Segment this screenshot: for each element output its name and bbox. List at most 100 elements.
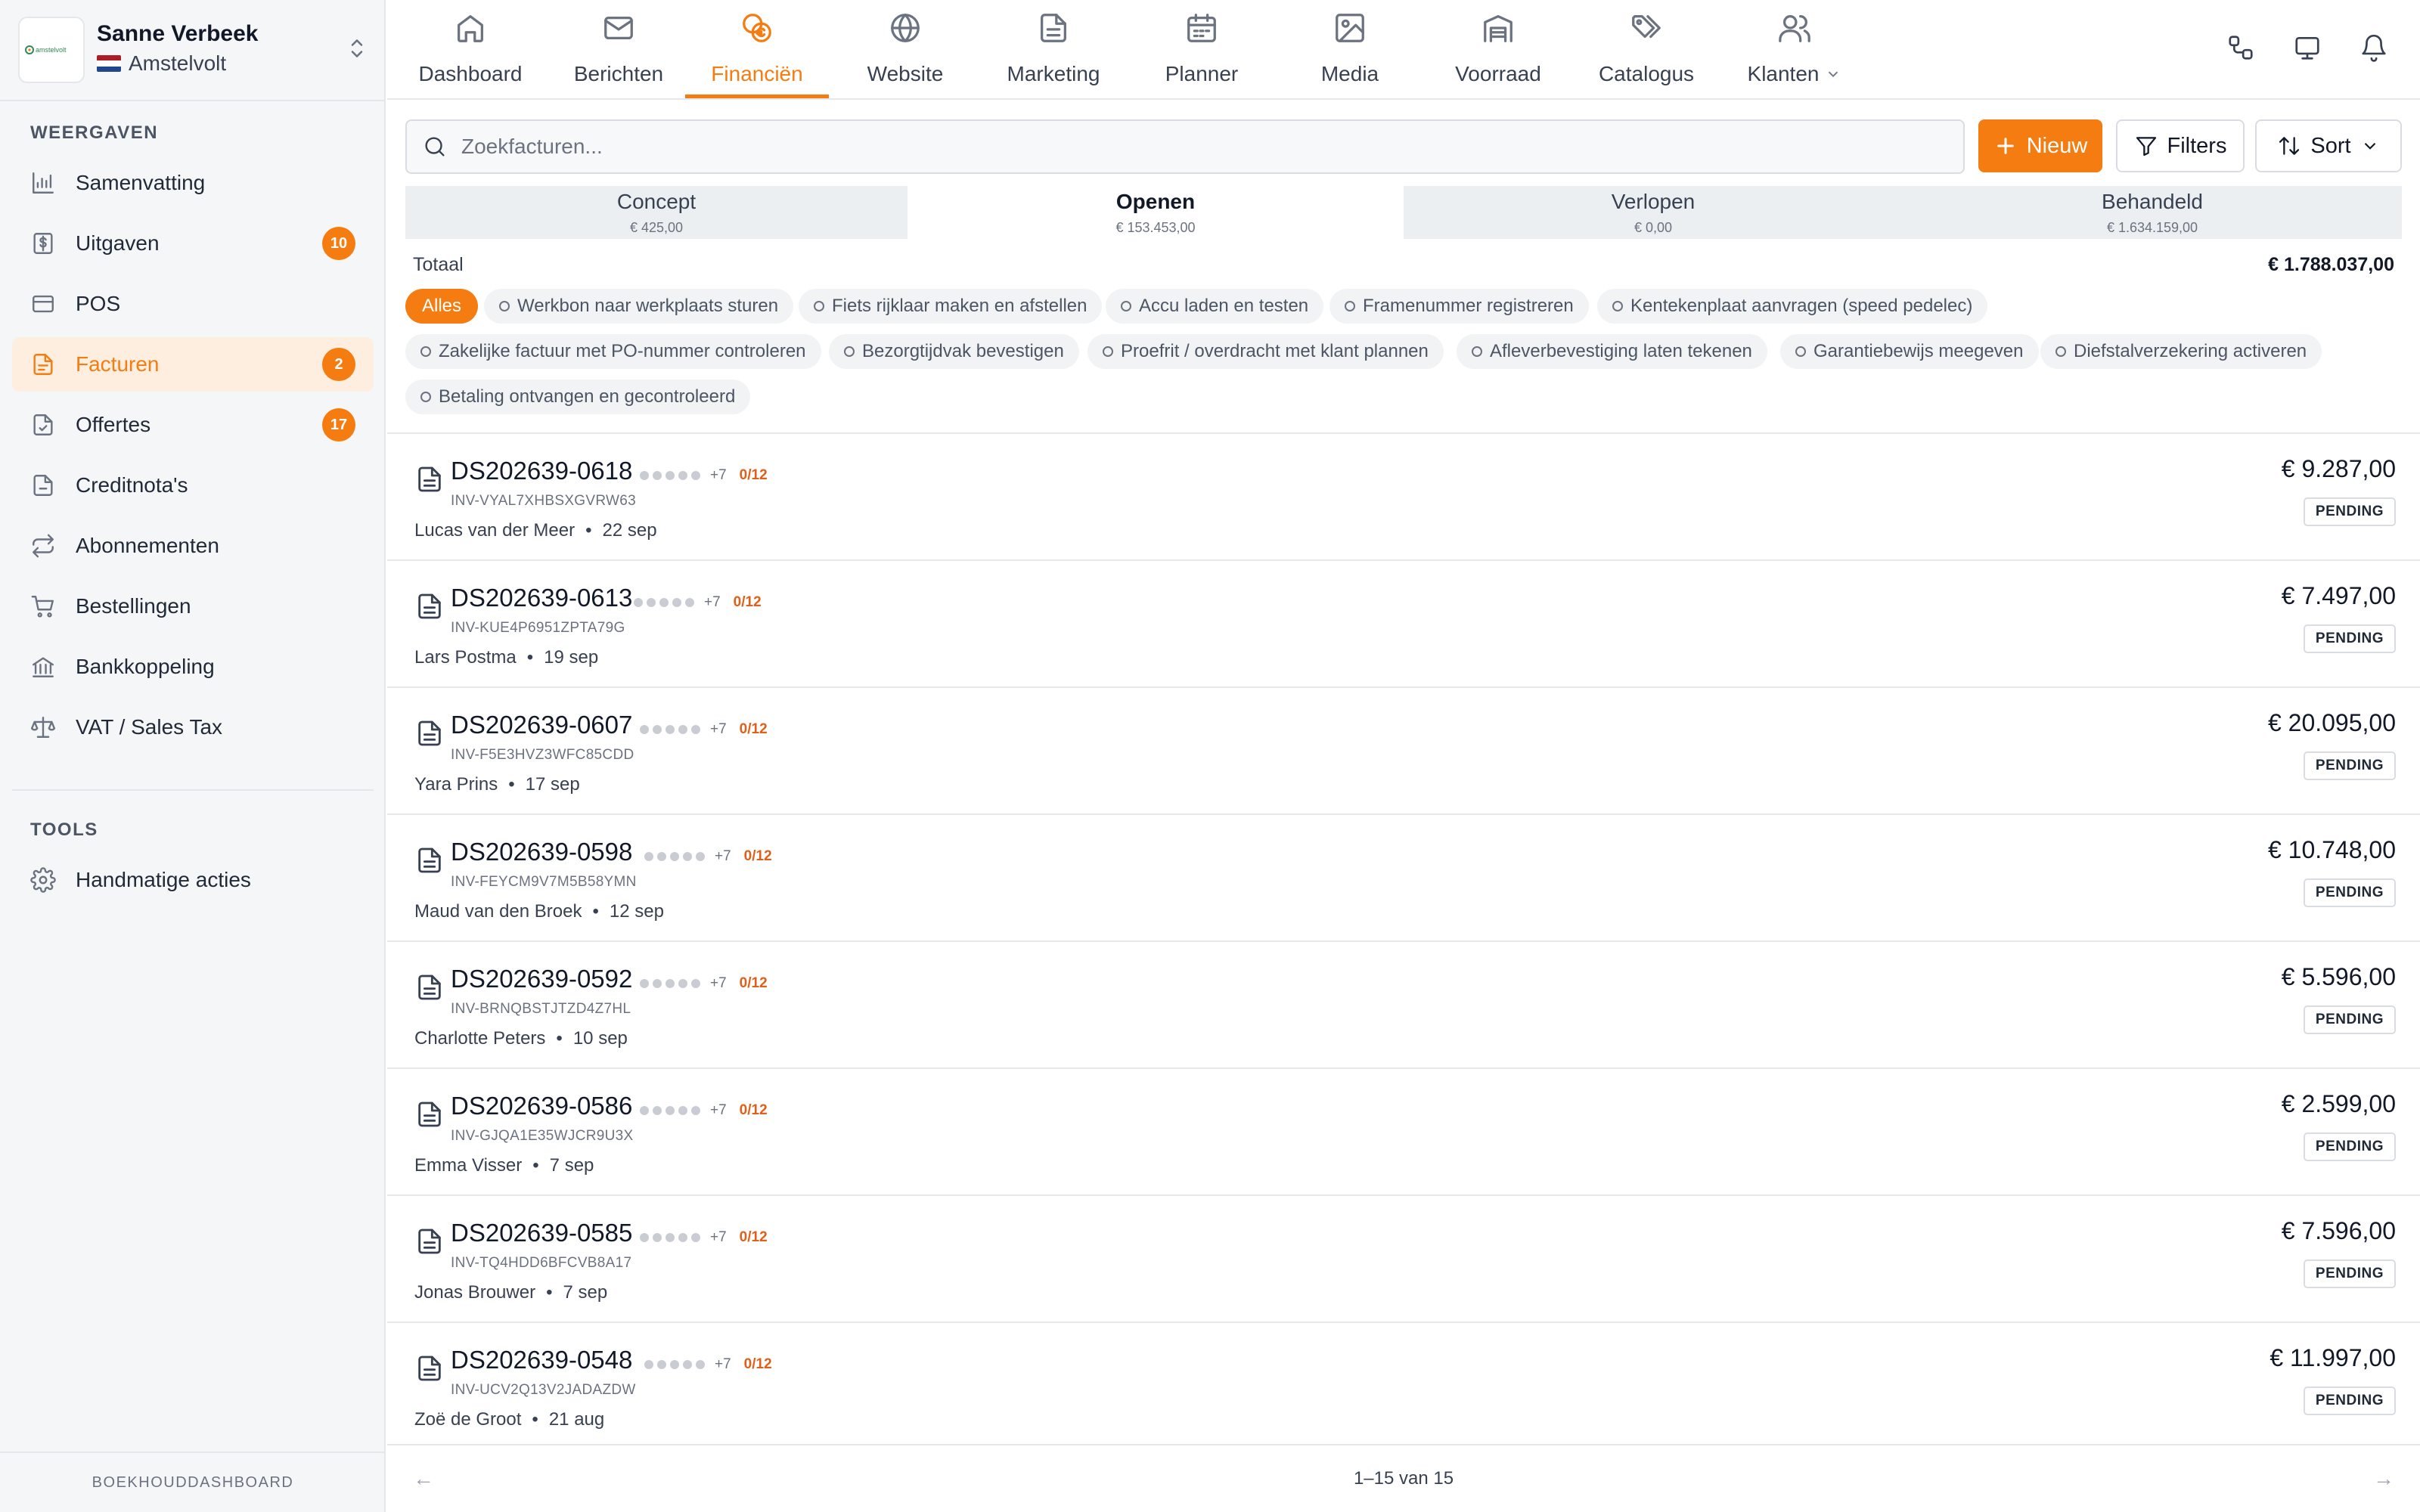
sidebar-item-vat[interactable]: VAT / Sales Tax [12, 700, 374, 754]
dollar-doc-icon [33, 233, 53, 254]
chip-label: Accu laden en testen [1139, 296, 1309, 316]
sidebar-footer-label[interactable]: BOEKHOUDDASHBOARD [0, 1452, 386, 1512]
extra-steps: +7 [710, 721, 727, 737]
invoice-row[interactable]: DS202639-0586 +7 0/12 INV-GJQA1E35WJCR9U3… [387, 1067, 2420, 1194]
sidebar-item-offertes[interactable]: Offertes 17 [12, 398, 374, 452]
invoice-number[interactable]: DS202639-0585 [451, 1219, 632, 1247]
chip-filter[interactable]: Kentekenplaat aanvragen (speed pedelec) [1597, 289, 1988, 324]
invoice-amount: € 11.997,00 [2270, 1344, 2396, 1371]
credit-note-icon [33, 475, 53, 496]
invoice-row[interactable]: DS202639-0598 +7 0/12 INV-FEYCM9V7M5B58YM… [387, 813, 2420, 940]
progress-count: 0/12 [739, 467, 768, 483]
sidebar-item-handmatige-acties[interactable]: Handmatige acties [12, 853, 374, 907]
sidebar-item-samenvatting[interactable]: Samenvatting [12, 156, 374, 210]
sidebar-item-bankkoppeling[interactable]: Bankkoppeling [12, 640, 374, 694]
tab-media[interactable]: Media [1278, 0, 1422, 98]
new-invoice-button[interactable]: Nieuw [1978, 119, 2102, 172]
invoice-doc-icon [414, 718, 445, 748]
chip-label: Zakelijke factuur met PO-nummer controle… [439, 341, 806, 361]
circle-icon [1103, 346, 1113, 357]
invoice-number[interactable]: DS202639-0548 [451, 1346, 632, 1374]
sidebar-item-label: Abonnementen [76, 534, 219, 557]
tab-marketing[interactable]: Marketing [982, 0, 1125, 98]
status-badge: PENDING [2303, 624, 2396, 653]
tab-planner[interactable]: Planner [1130, 0, 1274, 98]
chip-label: Bezorgtijdvak bevestigen [862, 341, 1064, 361]
invoice-reference: INV-F5E3HVZ3WFC85CDD [451, 747, 634, 763]
chip-filter[interactable]: Framenummer registreren [1329, 289, 1589, 324]
checklist-progress: +7 0/12 [644, 848, 772, 865]
filters-button[interactable]: Filters [2116, 119, 2245, 172]
sidebar-item-abonnementen[interactable]: Abonnementen [12, 519, 374, 573]
invoice-row[interactable]: DS202639-0607 +7 0/12 INV-F5E3HVZ3WFC85CD… [387, 686, 2420, 813]
sidebar-item-uitgaven[interactable]: Uitgaven 10 [12, 216, 374, 271]
invoice-number[interactable]: DS202639-0618 [451, 457, 632, 485]
status-tab-verlopen[interactable]: Verlopen € 0,00 [1404, 186, 1903, 239]
status-tab-openen[interactable]: Openen € 153.453,00 [908, 186, 1404, 239]
company-logo: amstelvolt [18, 17, 85, 83]
chip-filter[interactable]: Betaling ontvangen en gecontroleerd [405, 380, 751, 414]
circle-icon [1795, 346, 1806, 357]
sidebar-item-bestellingen[interactable]: Bestellingen [12, 579, 374, 634]
invoice-number[interactable]: DS202639-0613 [451, 584, 632, 612]
divider [0, 100, 386, 101]
chip-filter[interactable]: Bezorgtijdvak bevestigen [829, 334, 1079, 369]
chip-filter[interactable]: Accu laden en testen [1106, 289, 1324, 324]
invoice-row[interactable]: DS202639-0618 +7 0/12 INV-VYAL7XHBSXGVRW6… [387, 432, 2420, 559]
tab-label: Website [867, 62, 944, 85]
search-input[interactable] [461, 135, 1898, 159]
tab-catalogus[interactable]: Catalogus [1575, 0, 1718, 98]
customer-name: Jonas Brouwer [414, 1282, 536, 1303]
chip-filter[interactable]: Werkbon naar werkplaats sturen [484, 289, 794, 324]
progress-count: 0/12 [733, 594, 762, 610]
chip-alles[interactable]: Alles [405, 289, 479, 324]
tab-klanten[interactable]: Klanten [1723, 0, 1866, 98]
invoice-number[interactable]: DS202639-0586 [451, 1092, 632, 1120]
tab-berichten[interactable]: Berichten [547, 0, 690, 98]
chip-label: Fiets rijklaar maken en afstellen [832, 296, 1087, 316]
extra-steps: +7 [704, 594, 721, 610]
home-icon [458, 15, 483, 42]
chip-filter[interactable]: Fiets rijklaar maken en afstellen [799, 289, 1103, 324]
tab-dashboard[interactable]: Dashboard [399, 0, 542, 98]
tab-financien[interactable]: Financiën [685, 0, 829, 98]
invoice-row[interactable]: DS202639-0592 +7 0/12 INV-BRNQBSTJTZD4Z7H… [387, 940, 2420, 1067]
invoice-amount: € 10.748,00 [2267, 836, 2396, 863]
chip-filter[interactable]: Afleverbevestiging laten tekenen [1457, 334, 1767, 369]
invoice-number[interactable]: DS202639-0598 [451, 838, 632, 866]
chip-filter[interactable]: Zakelijke factuur met PO-nummer controle… [405, 334, 821, 369]
status-tab-behandeld[interactable]: Behandeld € 1.634.159,00 [1903, 186, 2402, 239]
sidebar-item-pos[interactable]: POS [12, 277, 374, 331]
next-page-button[interactable]: → [2373, 1467, 2394, 1491]
sidebar-item-creditnotas[interactable]: Creditnota's [12, 458, 374, 513]
total-value: € 1.788.037,00 [2268, 254, 2394, 275]
account-switcher[interactable]: amstelvolt Sanne Verbeek Amstelvolt [18, 17, 374, 83]
chip-label: Kentekenplaat aanvragen (speed pedelec) [1630, 296, 1973, 316]
sort-button[interactable]: Sort [2255, 119, 2402, 172]
chip-filter[interactable]: Proefrit / overdracht met klant plannen [1087, 334, 1444, 369]
tab-voorraad[interactable]: Voorraad [1426, 0, 1570, 98]
invoice-amount: € 2.599,00 [2281, 1090, 2396, 1117]
invoice-number[interactable]: DS202639-0592 [451, 965, 632, 993]
sidebar-item-label: Samenvatting [76, 171, 206, 194]
invoice-row[interactable]: DS202639-0613 +7 0/12 INV-KUE4P6951ZPTA79… [387, 559, 2420, 686]
chip-filter[interactable]: Garantiebewijs meegeven [1780, 334, 2039, 369]
tab-website[interactable]: Website [833, 0, 977, 98]
gear-icon [30, 867, 56, 893]
status-tab-concept[interactable]: Concept € 425,00 [405, 186, 908, 239]
workflow-icon[interactable] [2226, 33, 2255, 62]
chip-filter[interactable]: Diefstalverzekering activeren [2040, 334, 2322, 369]
circle-icon [1345, 301, 1355, 311]
bell-icon[interactable] [2360, 33, 2388, 62]
invoice-number[interactable]: DS202639-0607 [451, 711, 632, 739]
invoice-reference: INV-GJQA1E35WJCR9U3X [451, 1128, 634, 1144]
search-field[interactable] [405, 119, 1965, 174]
invoice-row[interactable]: DS202639-0585 +7 0/12 INV-TQ4HDD6BFCVB8A1… [387, 1194, 2420, 1321]
invoice-row[interactable]: DS202639-0548 +7 0/12 INV-UCV2Q13V2JADAZD… [387, 1321, 2420, 1448]
chevron-up-down-icon[interactable] [343, 33, 371, 64]
status-tab-label: Verlopen [1611, 189, 1696, 213]
monitor-icon[interactable] [2293, 33, 2322, 62]
sidebar-item-label: Uitgaven [76, 231, 160, 255]
section-title-tools: TOOLS [30, 820, 98, 840]
sidebar-item-facturen[interactable]: Facturen 2 [12, 337, 374, 392]
